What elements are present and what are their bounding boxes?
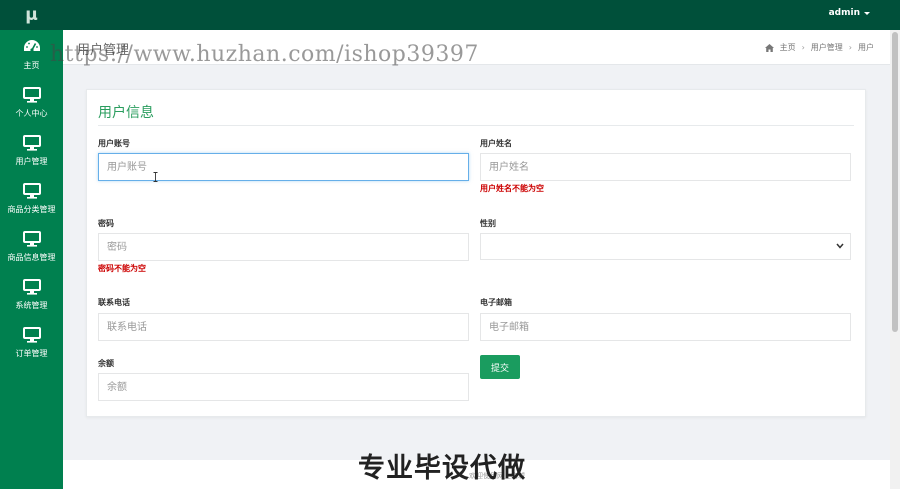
sidebar-item-personal-center[interactable]: 个人中心 (0, 78, 63, 126)
password-input[interactable] (98, 233, 469, 261)
dashboard-icon (22, 38, 42, 56)
home-icon (764, 43, 774, 52)
phone-input[interactable] (98, 313, 469, 341)
account-label: 用户账号 (98, 139, 130, 148)
breadcrumb-user-management[interactable]: 用户管理 (811, 42, 843, 53)
sidebar: 主页 个人中心 用户管理 商品分类管理 商品信息管理 系统管理 订单管理 (0, 30, 63, 489)
scrollbar-thumb[interactable] (892, 32, 898, 332)
phone-label: 联系电话 (98, 298, 130, 307)
sidebar-item-order-management[interactable]: 订单管理 (0, 318, 63, 366)
user-menu[interactable]: admin (829, 8, 870, 18)
sidebar-item-label: 个人中心 (15, 108, 48, 118)
sidebar-item-user-management[interactable]: 用户管理 (0, 126, 63, 174)
overlay-banner-text: 专业毕设代做 (358, 453, 526, 484)
url-watermark: https://www.huzhan.com/ishop39397 (50, 42, 479, 67)
user-form-card: 用户信息 用户账号 用户姓名 用户姓名不能为空 密码 密码不能为空 性别 联系电… (86, 89, 866, 417)
sidebar-item-label: 系统管理 (15, 300, 48, 310)
monitor-icon (22, 86, 42, 104)
monitor-icon (22, 230, 42, 248)
breadcrumb-current: 用户 (858, 43, 874, 52)
breadcrumb: 主页 › 用户管理 › 用户 (764, 42, 874, 53)
chevron-right-icon: › (848, 43, 852, 52)
monitor-icon (22, 278, 42, 296)
gender-label: 性别 (480, 219, 496, 228)
balance-label: 余额 (98, 359, 114, 368)
password-label: 密码 (98, 219, 114, 228)
balance-input[interactable] (98, 373, 469, 401)
email-label: 电子邮箱 (480, 298, 512, 307)
text-cursor-icon (153, 172, 158, 182)
chevron-right-icon: › (801, 43, 805, 52)
user-name: admin (828, 8, 860, 18)
divider (98, 125, 854, 126)
sidebar-item-label: 用户管理 (15, 156, 48, 166)
sidebar-item-system-management[interactable]: 系统管理 (0, 270, 63, 318)
name-input[interactable] (480, 153, 851, 181)
submit-button[interactable]: 提交 (480, 355, 520, 379)
name-label: 用户姓名 (480, 139, 512, 148)
monitor-icon (22, 134, 42, 152)
sidebar-item-label: 商品信息管理 (7, 252, 56, 262)
sidebar-item-category-management[interactable]: 商品分类管理 (0, 174, 63, 222)
top-bar: μ admin (0, 0, 900, 30)
breadcrumb-home[interactable]: 主页 (780, 42, 796, 53)
name-error: 用户姓名不能为空 (480, 184, 544, 193)
sidebar-item-label: 订单管理 (15, 348, 48, 358)
password-error: 密码不能为空 (98, 264, 146, 273)
caret-down-icon (864, 11, 870, 15)
monitor-icon (22, 182, 42, 200)
page-scrollbar[interactable] (890, 30, 900, 489)
chevron-down-icon (836, 243, 844, 249)
email-input[interactable] (480, 313, 851, 341)
sidebar-item-label: 主页 (23, 60, 40, 70)
sidebar-item-product-management[interactable]: 商品信息管理 (0, 222, 63, 270)
monitor-icon (22, 326, 42, 344)
card-title: 用户信息 (98, 105, 154, 121)
app-logo: μ (25, 5, 38, 25)
sidebar-item-label: 商品分类管理 (7, 204, 56, 214)
gender-select[interactable] (480, 233, 851, 260)
